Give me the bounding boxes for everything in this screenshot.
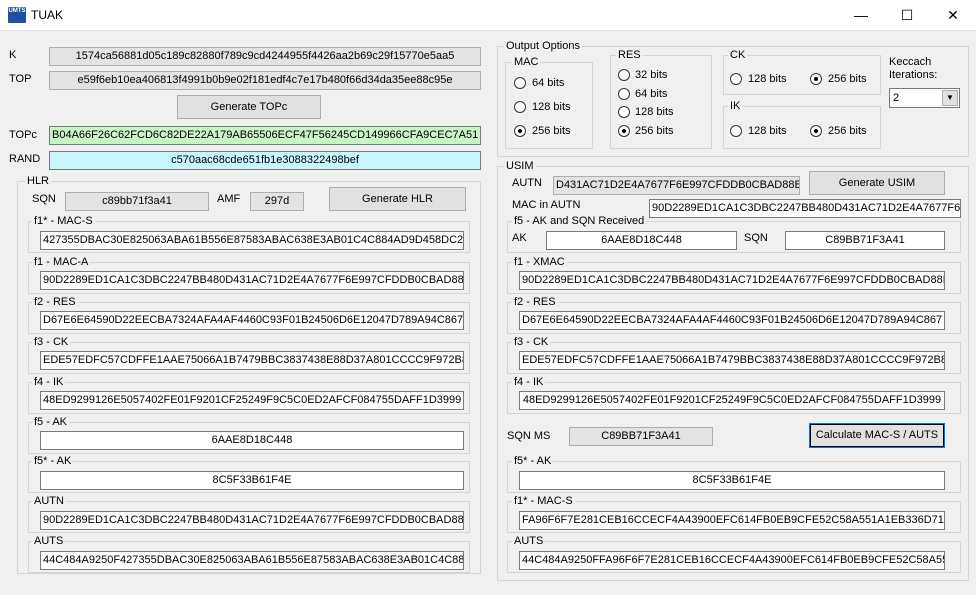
auts-label: AUTS bbox=[32, 535, 66, 547]
f5-label: f5 - AK bbox=[32, 416, 70, 428]
ck-256-label: 256 bits bbox=[828, 73, 867, 85]
mac-128-radio[interactable] bbox=[514, 101, 526, 113]
chevron-down-icon[interactable]: ▼ bbox=[942, 90, 958, 106]
res-32-radio[interactable] bbox=[618, 69, 630, 81]
usim-ak-field[interactable]: 6AAE8D18C448 bbox=[546, 231, 737, 250]
keccak-iterations-label: Iterations: bbox=[889, 69, 938, 81]
usim-xmac-field[interactable]: 90D2289ED1CA1C3DBC2247BB480D431AC71D2E4A… bbox=[519, 271, 945, 290]
hlr-ak-field[interactable]: 6AAE8D18C448 bbox=[40, 431, 464, 450]
usim-auts-label: AUTS bbox=[512, 535, 546, 547]
f1star-label: f1* - MAC-S bbox=[32, 215, 95, 227]
sqn-ms-label: SQN MS bbox=[507, 430, 551, 442]
usim-auts-field[interactable]: 44C484A9250FFA96F6F7E281CEB16CCECF4A4390… bbox=[519, 551, 945, 570]
amf-label: AMF bbox=[217, 193, 241, 205]
f1-label: f1 - MAC-A bbox=[32, 256, 91, 268]
hlr-mac-s-field[interactable]: 427355DBAC30E825063ABA61B556E87583ABAC63… bbox=[40, 231, 464, 250]
hlr-group-label: HLR bbox=[25, 175, 52, 187]
usim-f1star-label: f1* - MAC-S bbox=[512, 495, 575, 507]
usim-ak-star-field[interactable]: 8C5F33B61F4E bbox=[519, 471, 945, 490]
app-icon: UMTS bbox=[8, 7, 26, 23]
hlr-sqn-field[interactable]: c89bb71f3a41 bbox=[65, 192, 209, 211]
res-256-label: 256 bits bbox=[635, 125, 674, 137]
hlr-autn-field[interactable]: 90D2289ED1CA1C3DBC2247BB480D431AC71D2E4A… bbox=[40, 511, 464, 530]
autn-label: AUTN bbox=[32, 495, 66, 507]
ck-256-radio[interactable] bbox=[810, 73, 822, 85]
mac-in-autn-label: MAC in AUTN bbox=[512, 199, 581, 211]
usim-ik-field[interactable]: 48ED9299126E5057402FE01F9201CF25249F9C5C… bbox=[519, 391, 945, 410]
usim-sqn-label: SQN bbox=[744, 232, 768, 244]
k-field[interactable]: 1574ca56881d05c189c82880f789c9cd4244955f… bbox=[49, 47, 481, 66]
res-64-radio[interactable] bbox=[618, 88, 630, 100]
keccak-label: Keccach bbox=[889, 56, 932, 68]
ik-128-radio[interactable] bbox=[730, 125, 742, 137]
ik-256-label: 256 bits bbox=[828, 125, 867, 137]
usim-ck-field[interactable]: EDE57EDFC57CDFFE1AAE75066A1B7479BBC38374… bbox=[519, 351, 945, 370]
usim-mac-s-field[interactable]: FA96F6F7E281CEB16CCECF4A43900EFC614FB0EB… bbox=[519, 511, 945, 530]
topc-field[interactable]: B04A66F26C62FCD6C82DE22A179AB65506ECF47F… bbox=[49, 126, 481, 145]
usim-autn-label: AUTN bbox=[512, 177, 542, 189]
res-128-radio[interactable] bbox=[618, 106, 630, 118]
mac-256-label: 256 bits bbox=[532, 125, 571, 137]
mac-label: MAC bbox=[512, 56, 541, 68]
calculate-mac-s-auts-button[interactable]: Calculate MAC-S / AUTS bbox=[809, 423, 945, 448]
f4-label: f4 - IK bbox=[32, 376, 66, 388]
keccak-iterations-value: 2 bbox=[893, 92, 900, 104]
res-256-radio[interactable] bbox=[618, 125, 630, 137]
hlr-auts-field[interactable]: 44C484A9250F427355DBAC30E825063ABA61B556… bbox=[40, 551, 464, 570]
hlr-ak-star-field[interactable]: 8C5F33B61F4E bbox=[40, 471, 464, 490]
usim-f5star-label: f5* - AK bbox=[512, 455, 554, 467]
f5star-label: f5* - AK bbox=[32, 455, 74, 467]
generate-topc-button[interactable]: Generate TOPc bbox=[177, 95, 321, 119]
topc-label: TOPc bbox=[9, 129, 37, 141]
xmac-label: f1 - XMAC bbox=[512, 256, 567, 268]
usim-res-field[interactable]: D67E6E64590D22EECBA7324AFA4AF4460C93F01B… bbox=[519, 311, 945, 330]
window-title: TUAK bbox=[31, 8, 64, 22]
hlr-ck-field[interactable]: EDE57EDFC57CDFFE1AAE75066A1B7479BBC38374… bbox=[40, 351, 464, 370]
res-32-label: 32 bits bbox=[635, 69, 668, 81]
ck-128-label: 128 bits bbox=[748, 73, 787, 85]
k-label: K bbox=[9, 49, 17, 61]
hlr-mac-a-field[interactable]: 90D2289ED1CA1C3DBC2247BB480D431AC71D2E4A… bbox=[40, 271, 464, 290]
top-field[interactable]: e59f6eb10ea406813f4991b0b9e02f181edf4c7e… bbox=[49, 71, 481, 90]
res-label: RES bbox=[616, 49, 643, 61]
f2-label: f2 - RES bbox=[32, 296, 78, 308]
generate-usim-button[interactable]: Generate USIM bbox=[809, 171, 945, 195]
ik-128-label: 128 bits bbox=[748, 125, 787, 137]
title-bar bbox=[0, 0, 976, 31]
f3-label: f3 - CK bbox=[32, 336, 71, 348]
sqn-ms-field[interactable]: C89BB71F3A41 bbox=[569, 427, 713, 446]
hlr-amf-field[interactable]: 297d bbox=[250, 192, 304, 211]
hlr-ik-field[interactable]: 48ED9299126E5057402FE01F9201CF25249F9C5C… bbox=[40, 391, 464, 410]
ik-label: IK bbox=[728, 100, 743, 112]
usim-group-label: USIM bbox=[504, 160, 536, 172]
top-label: TOP bbox=[9, 73, 32, 85]
rand-label: RAND bbox=[9, 153, 41, 165]
close-icon[interactable]: ✕ bbox=[930, 0, 976, 31]
sqn-label: SQN bbox=[32, 193, 56, 205]
usim-ik-label: f4 - IK bbox=[512, 376, 546, 388]
keccak-iterations-select[interactable]: 2 ▼ bbox=[889, 88, 960, 108]
f5-ak-sqn-label: f5 - AK and SQN Received bbox=[512, 215, 647, 227]
mac-64-radio[interactable] bbox=[514, 77, 526, 89]
usim-sqn-field[interactable]: C89BB71F3A41 bbox=[785, 231, 945, 250]
mac-256-radio[interactable] bbox=[514, 125, 526, 137]
mac-64-label: 64 bits bbox=[532, 77, 565, 89]
usim-ck-label: f3 - CK bbox=[512, 336, 551, 348]
maximize-icon[interactable]: ☐ bbox=[884, 0, 930, 31]
ik-256-radio[interactable] bbox=[810, 125, 822, 137]
ak-label: AK bbox=[512, 232, 527, 244]
ck-label: CK bbox=[728, 49, 748, 61]
usim-autn-field[interactable]: D431AC71D2E4A7677F6E997CFDDB0CBAD88B7 bbox=[553, 176, 800, 195]
usim-res-label: f2 - RES bbox=[512, 296, 558, 308]
rand-field[interactable]: c570aac68cde651fb1e3088322498bef bbox=[49, 151, 481, 170]
minimize-icon[interactable]: — bbox=[838, 0, 884, 31]
res-128-label: 128 bits bbox=[635, 106, 674, 118]
generate-hlr-button[interactable]: Generate HLR bbox=[329, 187, 466, 211]
output-options-label: Output Options bbox=[504, 40, 582, 52]
hlr-res-field[interactable]: D67E6E64590D22EECBA7324AFA4AF4460C93F01B… bbox=[40, 311, 464, 330]
res-64-label: 64 bits bbox=[635, 88, 668, 100]
mac-in-autn-field[interactable]: 90D2289ED1CA1C3DBC2247BB480D431AC71D2E4A… bbox=[649, 199, 961, 218]
mac-128-label: 128 bits bbox=[532, 101, 571, 113]
ck-128-radio[interactable] bbox=[730, 73, 742, 85]
